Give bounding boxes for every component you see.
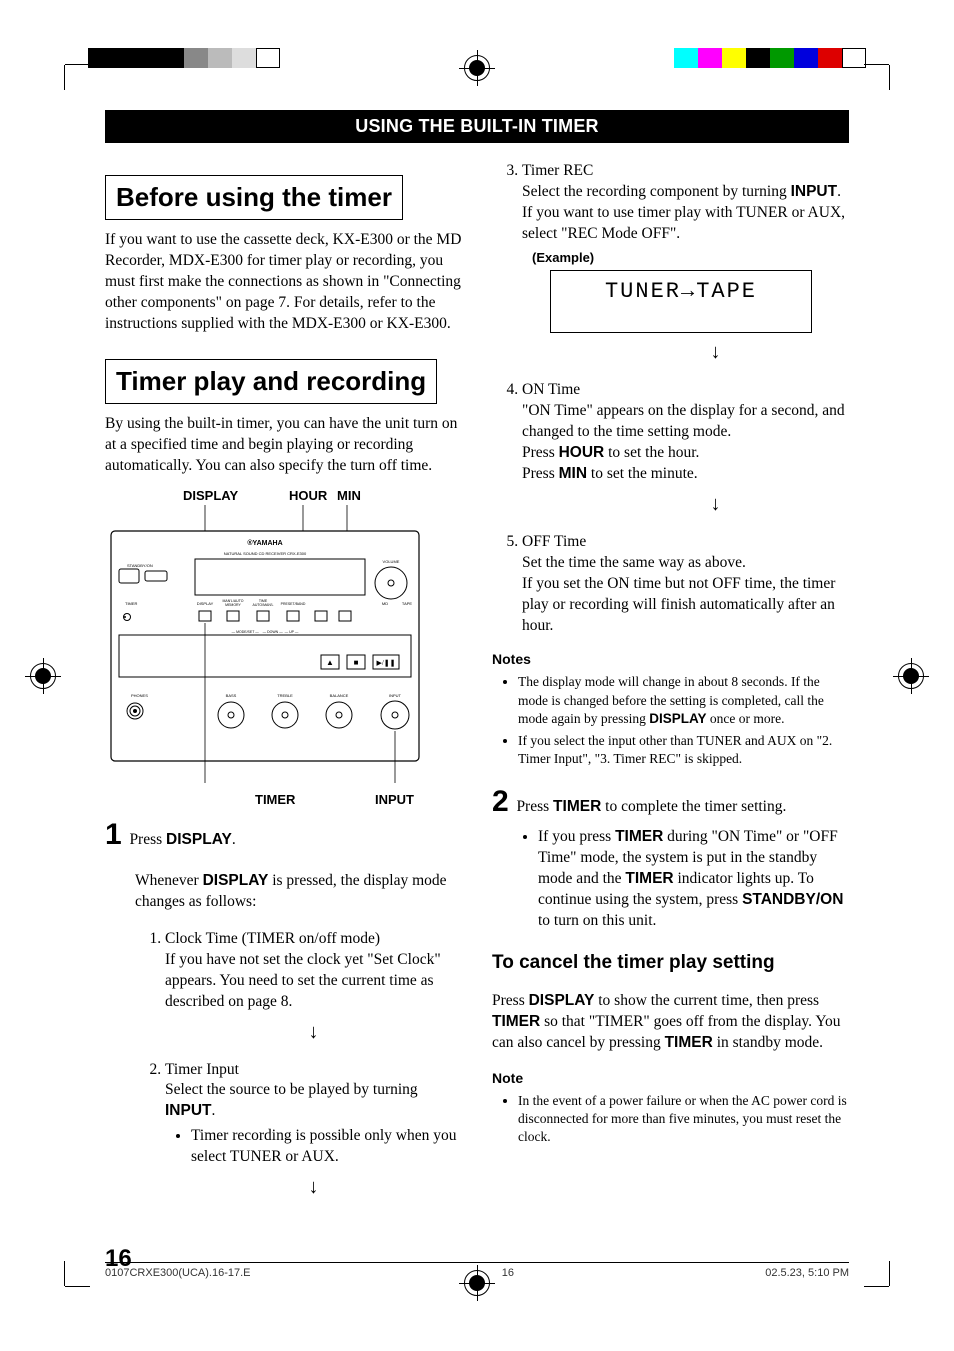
bullet: Timer recording is possible only when yo… (191, 1126, 462, 1168)
note-item: The display mode will change in about 8 … (518, 673, 849, 728)
registration-mark (898, 663, 924, 689)
crop-mark (40, 40, 90, 90)
crop-mark (40, 1261, 90, 1311)
step-number: 1 (105, 818, 122, 851)
svg-text:TREBLE: TREBLE (277, 693, 293, 698)
color-bars (88, 48, 280, 68)
note-item: In the event of a power failure or when … (518, 1092, 849, 1147)
svg-text:INPUT: INPUT (389, 693, 402, 698)
svg-text:BALANCE: BALANCE (330, 693, 349, 698)
receiver-diagram: DISPLAY HOUR MIN ®YAMAHA NATURAL SOUND C… (105, 487, 462, 810)
svg-text:VOLUME: VOLUME (383, 559, 400, 564)
section-header: USING THE BUILT-IN TIMER (105, 110, 849, 143)
registration-mark (30, 663, 56, 689)
step-text: Press DISPLAY. (129, 831, 235, 848)
svg-text:BASS: BASS (226, 693, 237, 698)
svg-text:TAPE: TAPE (402, 601, 412, 606)
svg-text:PHONES: PHONES (131, 693, 148, 698)
step-text: Whenever DISPLAY is pressed, the display… (135, 871, 462, 913)
down-arrow-icon: ↓ (582, 339, 849, 366)
notes-heading: Notes (492, 650, 849, 669)
label-timer: TIMER (255, 791, 295, 809)
down-arrow-icon: ↓ (165, 1019, 462, 1046)
svg-text:▲: ▲ (326, 658, 334, 667)
heading-cancel: To cancel the timer play setting (492, 950, 849, 976)
label-min: MIN (337, 487, 361, 505)
left-column: Before using the timer If you want to us… (105, 161, 462, 1215)
substep-timer-rec: Timer REC Select the recording component… (522, 161, 849, 366)
svg-text:AUTO/MAN'L: AUTO/MAN'L (252, 603, 273, 607)
svg-text:STANDBY/ON: STANDBY/ON (127, 563, 153, 568)
label-input: INPUT (375, 791, 414, 809)
footer: 0107CRXE300(UCA).16-17.E 16 02.5.23, 5:1… (105, 1262, 849, 1279)
substep-off-time: OFF Time Set the time the same way as ab… (522, 532, 849, 637)
svg-text:MEMORY: MEMORY (225, 603, 241, 607)
body-text: By using the built-in timer, you can hav… (105, 414, 462, 477)
right-column: Timer REC Select the recording component… (492, 161, 849, 1215)
example-label: (Example) (532, 249, 849, 267)
color-bars (674, 48, 866, 68)
substep-timer-input: Timer Input Select the source to be play… (165, 1060, 462, 1202)
down-arrow-icon: ↓ (165, 1174, 462, 1201)
label-display: DISPLAY (183, 487, 238, 505)
step-2: 2 Press TIMER to complete the timer sett… (492, 782, 849, 931)
receiver-svg: ®YAMAHA NATURAL SOUND CD RECEIVER CRX-E3… (105, 505, 425, 785)
footer-right: 02.5.23, 5:10 PM (765, 1267, 849, 1279)
substep-clock-time: Clock Time (TIMER on/off mode) If you ha… (165, 929, 462, 1046)
note-item: If you select the input other than TUNER… (518, 732, 849, 768)
lcd-display: TUNER→TAPE (550, 270, 812, 333)
heading-timer-play: Timer play and recording (105, 359, 437, 404)
content-area: USING THE BUILT-IN TIMER Before using th… (105, 110, 849, 1241)
step-number: 2 (492, 785, 509, 818)
svg-text:DISPLAY: DISPLAY (197, 601, 214, 606)
step-1: 1 Press DISPLAY. Whenever DISPLAY is pre… (105, 815, 462, 1201)
bullet: If you press TIMER during "ON Time" or "… (538, 827, 849, 932)
registration-mark (464, 55, 490, 81)
label-hour: HOUR (289, 487, 327, 505)
svg-text:NATURAL SOUND CD RECEIVER CRX-: NATURAL SOUND CD RECEIVER CRX-E300 (224, 551, 307, 556)
svg-text:▶/❚❚: ▶/❚❚ (376, 659, 395, 667)
svg-text:®YAMAHA: ®YAMAHA (247, 539, 282, 547)
down-arrow-icon: ↓ (582, 491, 849, 518)
heading-before-using: Before using the timer (105, 175, 403, 220)
svg-text:— MODE/SET — — DOWN — — UP: — MODE/SET — — DOWN — — UP — (232, 630, 299, 634)
footer-left: 0107CRXE300(UCA).16-17.E (105, 1267, 251, 1279)
notes-heading: Note (492, 1069, 849, 1088)
body-text: Press DISPLAY to show the current time, … (492, 991, 849, 1054)
page: USING THE BUILT-IN TIMER Before using th… (0, 0, 954, 1351)
svg-text:■: ■ (354, 658, 359, 667)
step-text: Press TIMER to complete the timer settin… (516, 798, 786, 815)
crop-mark (864, 1261, 914, 1311)
svg-text:TIMER: TIMER (125, 601, 138, 606)
svg-text:MD: MD (382, 601, 388, 606)
svg-text:PRESET/BAND: PRESET/BAND (281, 602, 306, 606)
body-text: If you want to use the cassette deck, KX… (105, 230, 462, 335)
footer-center: 16 (502, 1267, 514, 1279)
lcd-text: TUNER→TAPE (605, 277, 757, 307)
substep-on-time: ON Time "ON Time" appears on the display… (522, 380, 849, 518)
crop-mark (864, 40, 914, 90)
